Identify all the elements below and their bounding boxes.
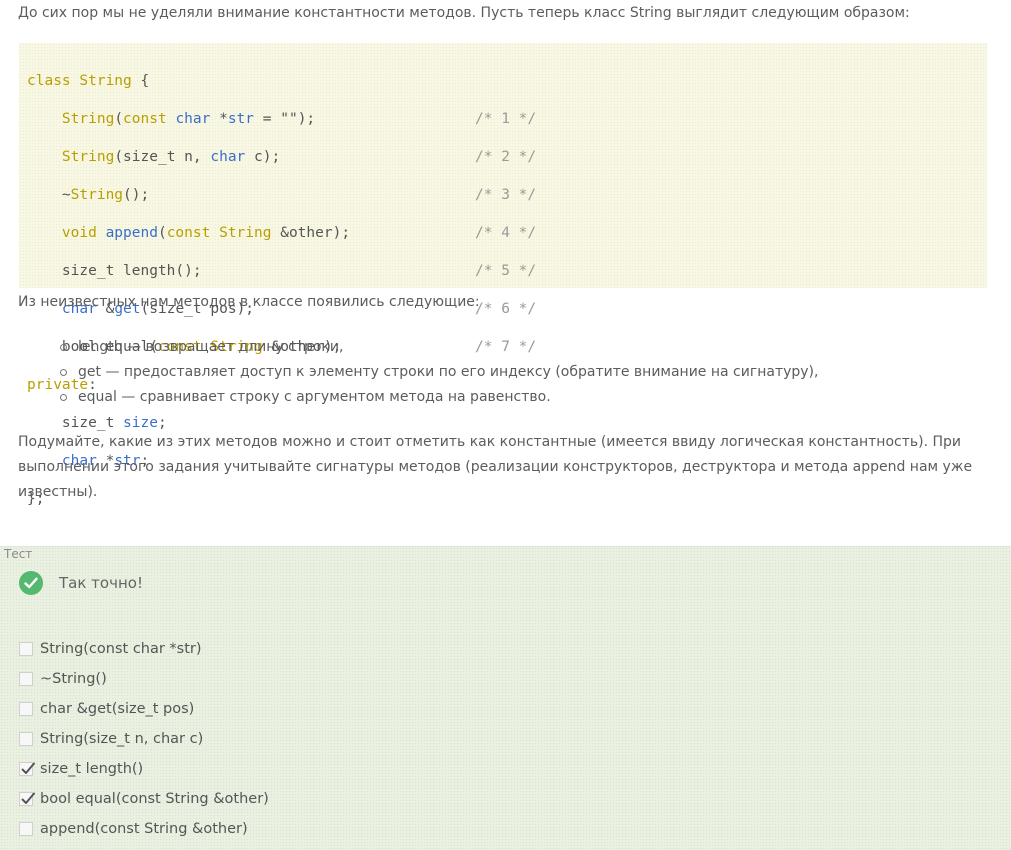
option-label: ~String() bbox=[40, 671, 107, 687]
option-string-size-char[interactable]: String(size_t n, char c) bbox=[19, 724, 269, 754]
result-message: Так точно! bbox=[19, 571, 143, 595]
result-text: Так точно! bbox=[59, 574, 143, 592]
code-line-5: void append(const String &other);/* 4 */ bbox=[61, 225, 537, 241]
code-line-2: String(const char *str = "");/* 1 */ bbox=[61, 111, 537, 127]
option-label: append(const String &other) bbox=[40, 821, 248, 837]
checkbox[interactable] bbox=[19, 672, 33, 686]
checkbox[interactable] bbox=[19, 702, 33, 716]
list-item: get — предоставляет доступ к элементу ст… bbox=[55, 360, 818, 385]
option-label: char &get(size_t pos) bbox=[40, 701, 195, 717]
checkbox[interactable] bbox=[19, 822, 33, 836]
quiz-label: Тест bbox=[4, 547, 33, 561]
option-append[interactable]: append(const String &other) bbox=[19, 814, 269, 844]
checkmark-icon bbox=[21, 792, 35, 804]
checkmark-icon bbox=[21, 762, 35, 774]
answer-options: String(const char *str) ~String() char &… bbox=[19, 634, 269, 844]
code-line-6: size_t length();/* 5 */ bbox=[61, 263, 537, 279]
list-item: equal — сравнивает строку с аргументом м… bbox=[55, 385, 818, 410]
code-line-1: class String { bbox=[27, 73, 150, 89]
methods-intro: Из неизвестных нам методов в классе появ… bbox=[18, 294, 480, 310]
code-line-3: String(size_t n, char c);/* 2 */ bbox=[61, 149, 537, 165]
quiz-panel: Тест Так точно! String(const char *str) … bbox=[0, 546, 1011, 850]
checkbox-checked[interactable] bbox=[19, 792, 35, 806]
checkbox[interactable] bbox=[19, 732, 33, 746]
methods-list: length — возвращает длину строки, get — … bbox=[55, 335, 818, 410]
option-equal[interactable]: bool equal(const String &other) bbox=[19, 784, 269, 814]
checkbox[interactable] bbox=[19, 642, 33, 656]
task-paragraph: Подумайте, какие из этих методов можно и… bbox=[18, 434, 973, 500]
option-get[interactable]: char &get(size_t pos) bbox=[19, 694, 269, 724]
option-length[interactable]: size_t length() bbox=[19, 754, 269, 784]
checkbox-checked[interactable] bbox=[19, 762, 35, 776]
option-label: bool equal(const String &other) bbox=[40, 791, 269, 807]
code-block: class String { String(const char *str = … bbox=[19, 43, 987, 507]
check-circle-icon bbox=[19, 571, 43, 595]
option-label: String(size_t n, char c) bbox=[40, 731, 204, 747]
intro-paragraph: До сих пор мы не уделяли внимание конста… bbox=[18, 5, 910, 21]
list-item: length — возвращает длину строки, bbox=[55, 335, 818, 360]
option-destructor[interactable]: ~String() bbox=[19, 664, 269, 694]
code-line-4: ~String();/* 3 */ bbox=[61, 187, 537, 203]
option-label: String(const char *str) bbox=[40, 641, 202, 657]
option-string-const-char[interactable]: String(const char *str) bbox=[19, 634, 269, 664]
option-label: size_t length() bbox=[40, 761, 144, 777]
